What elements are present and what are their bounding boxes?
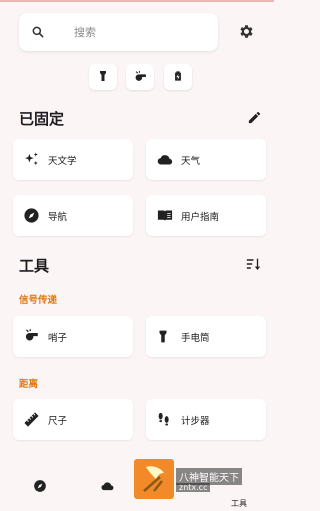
category-distance: 距离 (19, 379, 39, 390)
nav-cloud-icon[interactable] (99, 478, 116, 497)
search-icon (31, 24, 45, 43)
pinned-card-user-guide[interactable]: 用户指南 (146, 195, 266, 236)
ruler-icon (23, 411, 40, 432)
tool-card-whistle[interactable]: 哨子 (13, 316, 133, 357)
quick-battery-button[interactable] (164, 64, 192, 90)
search-placeholder: 搜索 (74, 26, 96, 39)
watermark-logo (134, 459, 174, 499)
tools-title: 工具 (19, 257, 50, 275)
pinned-title: 已固定 (19, 110, 65, 128)
battery-charging-icon (173, 68, 183, 87)
sort-icon[interactable] (245, 256, 262, 276)
pinned-card-weather[interactable]: 天气 (146, 139, 266, 180)
nav-tools-label[interactable]: 工具 (231, 498, 247, 509)
watermark-line2: zntx.cc (176, 483, 211, 492)
compass-icon (23, 207, 40, 228)
tool-card-ruler[interactable]: 尺子 (13, 399, 133, 440)
top-accent-line (0, 0, 274, 2)
tool-card-label: 哨子 (48, 333, 68, 344)
pinned-card-navigation[interactable]: 导航 (13, 195, 133, 236)
whistle-icon (133, 68, 148, 87)
tool-card-label: 计步器 (181, 416, 210, 427)
edit-pencil-icon[interactable] (247, 110, 262, 129)
book-icon (156, 207, 174, 228)
gear-icon[interactable] (238, 23, 255, 44)
category-signaling: 信号传递 (19, 295, 58, 306)
sparkles-icon (23, 151, 40, 172)
quick-flashlight-button[interactable] (89, 64, 117, 90)
tool-card-label: 手电筒 (181, 333, 210, 344)
flashlight-icon (97, 68, 109, 87)
pinned-card-label: 用户指南 (181, 212, 220, 223)
footsteps-icon (156, 411, 172, 432)
tool-card-label: 尺子 (48, 416, 68, 427)
pinned-card-label: 天气 (181, 156, 201, 167)
whistle-icon (23, 328, 40, 347)
tool-card-pedometer[interactable]: 计步器 (146, 399, 266, 440)
pinned-card-astronomy[interactable]: 天文学 (13, 139, 133, 180)
flashlight-icon (156, 328, 170, 349)
quick-whistle-button[interactable] (126, 64, 154, 90)
watermark: 八神智能天下 zntx.cc (132, 459, 262, 499)
nav-compass-icon[interactable] (33, 478, 47, 497)
tool-card-flashlight[interactable]: 手电筒 (146, 316, 266, 357)
pinned-card-label: 天文学 (48, 156, 77, 167)
pinned-card-label: 导航 (48, 212, 68, 223)
search-bar[interactable]: 搜索 (19, 13, 218, 51)
cloud-icon (156, 151, 174, 172)
